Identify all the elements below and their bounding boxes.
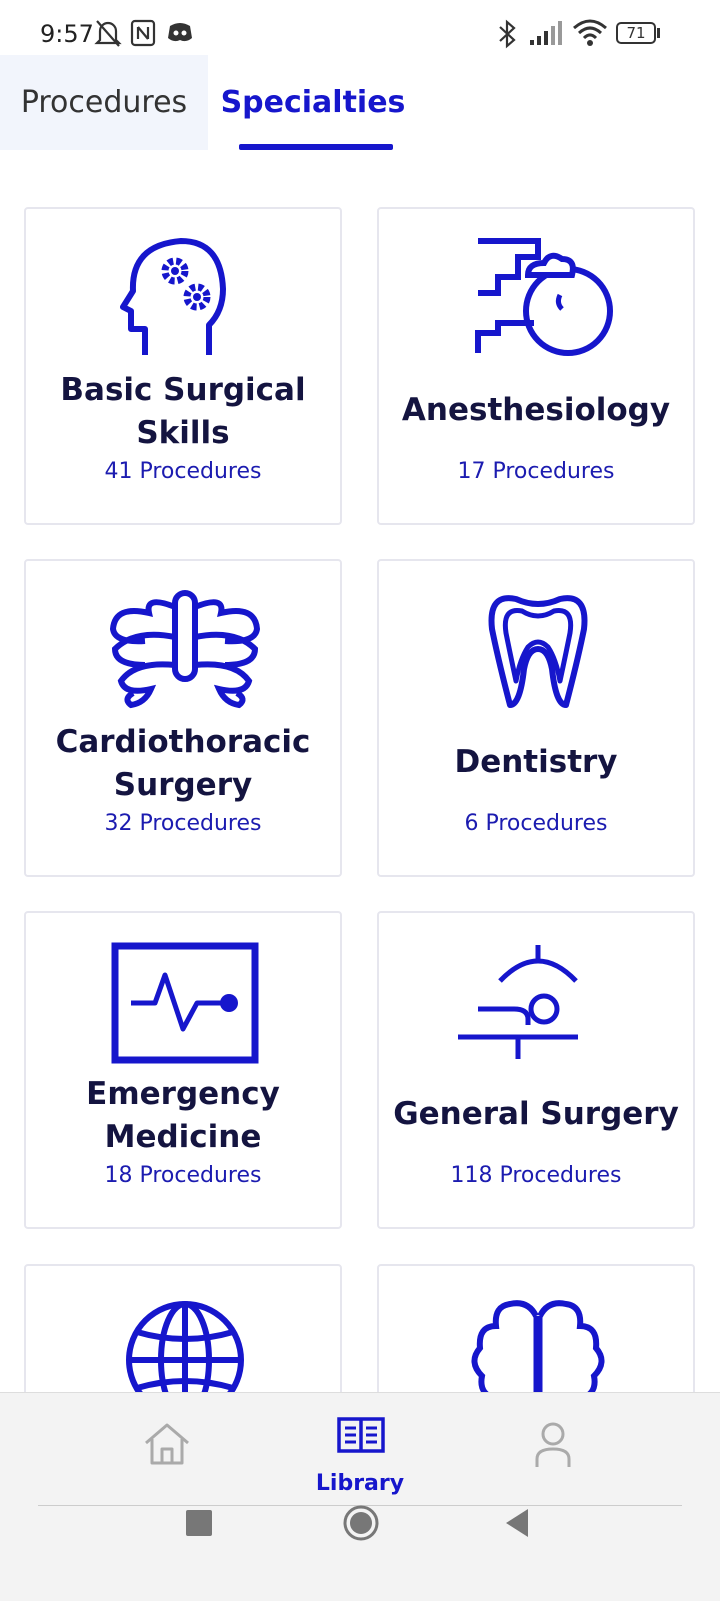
active-tab-indicator [239,144,393,150]
signal-icon [530,21,562,45]
status-time: 9:57 [40,20,94,48]
back-triangle-icon[interactable] [504,1507,532,1539]
specialty-title: Cardiothoracic Surgery [55,724,311,803]
specialty-card-anesthesiology[interactable]: Anesthesiology 17 Procedures [377,207,695,525]
specialty-title: Emergency Medicine [86,1076,280,1155]
specialty-title: Basic Surgical Skills [60,372,306,451]
tab-procedures-label: Procedures [20,85,188,120]
nav-library[interactable]: Library [285,1411,435,1501]
specialty-card-general-surgery[interactable]: General Surgery 118 Procedures [377,911,695,1229]
nav-library-label: Library [315,1471,405,1496]
procedure-count: 18 Procedures [104,1163,262,1188]
battery-level: 71 [626,24,646,42]
nfc-icon [130,19,156,47]
specialty-card-cardiothoracic-surgery[interactable]: Cardiothoracic Surgery 32 Procedures [24,559,342,877]
specialty-card-dentistry[interactable]: Dentistry 6 Procedures [377,559,695,877]
head-gears-icon [120,238,226,355]
home-circle-icon[interactable] [342,1504,380,1542]
library-book-icon [337,1417,385,1453]
battery-tip [657,28,660,38]
bottom-navigation: Library [0,1392,720,1601]
specialty-title: General Surgery [393,1096,679,1132]
operating-table-icon [458,945,578,1059]
ribcage-icon [109,590,261,709]
procedure-count: 6 Procedures [464,811,608,836]
battery-icon: 71 [616,22,656,44]
tab-bar: Procedures Specialties [0,55,720,150]
specialty-card-basic-surgical-skills[interactable]: Basic Surgical Skills 41 Procedures [24,207,342,525]
discord-icon [168,23,192,42]
specialty-card-emergency-medicine[interactable]: Emergency Medicine 18 Procedures [24,911,342,1229]
wifi-icon [573,19,607,46]
anesthesia-mask-icon [475,238,613,356]
home-icon [145,1423,189,1465]
procedure-count: 41 Procedures [104,459,262,484]
tab-specialties-label: Specialties [220,85,406,120]
specialty-title: Dentistry [454,744,618,780]
mute-bell-icon [94,20,122,47]
nav-home[interactable] [92,1411,242,1501]
bluetooth-icon [499,19,516,49]
procedure-count: 118 Procedures [450,1163,622,1188]
nav-profile[interactable] [478,1411,628,1501]
profile-icon [535,1422,571,1467]
tooth-icon [488,595,588,708]
tab-procedures[interactable]: Procedures [0,55,208,150]
procedure-count: 32 Procedures [104,811,262,836]
recents-square-icon[interactable] [186,1510,212,1536]
tab-specialties[interactable]: Specialties [208,55,418,150]
specialty-title: Anesthesiology [401,392,671,428]
heart-monitor-icon [111,942,259,1064]
procedure-count: 17 Procedures [457,459,615,484]
